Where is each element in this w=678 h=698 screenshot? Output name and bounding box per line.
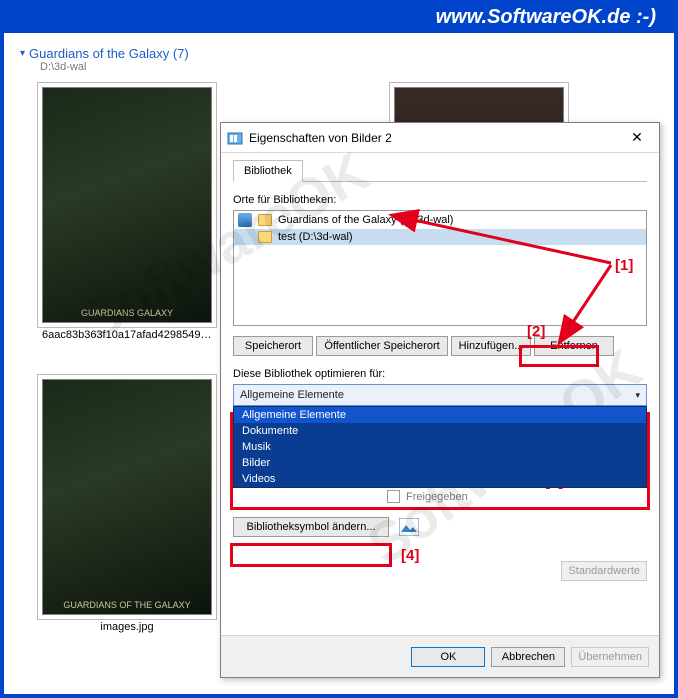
- combobox-option[interactable]: Musik: [234, 439, 646, 455]
- list-item-label: test (D:\3d-wal): [278, 231, 353, 243]
- folder-path: D:\3d-wal: [40, 61, 658, 73]
- properties-dialog: Eigenschaften von Bilder 2 ✕ Bibliothek …: [220, 122, 660, 678]
- library-icon: [227, 130, 243, 146]
- combobox-value: Allgemeine Elemente: [240, 389, 344, 401]
- tab-strip: Bibliothek: [233, 159, 647, 182]
- folder-icon: [258, 231, 272, 243]
- defaults-button: Standardwerte: [561, 561, 647, 581]
- dialog-titlebar[interactable]: Eigenschaften von Bilder 2 ✕: [221, 123, 659, 153]
- list-item[interactable]: test (D:\3d-wal): [234, 229, 646, 245]
- list-item[interactable]: Guardians of the Galaxy (D:\3d-wal): [234, 211, 646, 229]
- chevron-down-icon: ▾: [635, 390, 640, 401]
- remove-button[interactable]: Entfernen: [534, 336, 614, 356]
- tab-library[interactable]: Bibliothek: [233, 160, 303, 182]
- storage-location-button[interactable]: Speicherort: [233, 336, 313, 356]
- thumbnail-caption: 6aac83b363f10a17afad4298549d6: [42, 329, 212, 341]
- dialog-title: Eigenschaften von Bilder 2: [249, 131, 621, 145]
- combobox-dropdown: Allgemeine Elemente Dokumente Musik Bild…: [233, 406, 647, 488]
- folder-title-text: Guardians of the Galaxy (7): [29, 46, 189, 61]
- close-button[interactable]: ✕: [621, 126, 653, 150]
- combobox-option[interactable]: Videos: [234, 471, 646, 487]
- folder-group-header[interactable]: ▾ Guardians of the Galaxy (7): [20, 46, 658, 61]
- optimize-combobox[interactable]: Allgemeine Elemente ▾: [233, 384, 647, 406]
- change-icon-button[interactable]: Bibliotheksymbol ändern...: [233, 517, 389, 537]
- dialog-footer: OK Abbrechen Übernehmen: [221, 635, 659, 677]
- thumbnail-image: GUARDIANS OF THE GALAXY: [42, 379, 212, 615]
- combobox-option[interactable]: Bilder: [234, 455, 646, 471]
- locations-label: Orte für Bibliotheken:: [233, 194, 647, 206]
- shared-checkbox[interactable]: [387, 490, 400, 503]
- shared-label: Freigegeben: [406, 491, 468, 503]
- library-location-icon: [238, 213, 252, 227]
- apply-button: Übernehmen: [571, 647, 649, 667]
- thumbnail-item[interactable]: GUARDIANS GALAXY 6aac83b363f10a17afad429…: [42, 87, 212, 341]
- cancel-button[interactable]: Abbrechen: [491, 647, 565, 667]
- thumbnail-item[interactable]: GUARDIANS OF THE GALAXY images.jpg: [42, 379, 212, 633]
- combobox-option[interactable]: Dokumente: [234, 423, 646, 439]
- picture-icon: [399, 518, 419, 536]
- optimize-label: Diese Bibliothek optimieren für:: [233, 368, 647, 380]
- locations-listbox[interactable]: Guardians of the Galaxy (D:\3d-wal) test…: [233, 210, 647, 326]
- thumbnail-caption: images.jpg: [42, 621, 212, 633]
- chevron-down-icon: ▾: [20, 48, 25, 59]
- list-item-label: Guardians of the Galaxy (D:\3d-wal): [278, 214, 453, 226]
- website-banner: www.SoftwareOK.de :-): [4, 4, 674, 33]
- public-storage-button[interactable]: Öffentlicher Speicherort: [316, 336, 448, 356]
- ok-button[interactable]: OK: [411, 647, 485, 667]
- combobox-option[interactable]: Allgemeine Elemente: [234, 407, 646, 423]
- thumbnail-image: GUARDIANS GALAXY: [42, 87, 212, 323]
- add-button[interactable]: Hinzufügen...: [451, 336, 531, 356]
- folder-icon: [258, 214, 272, 226]
